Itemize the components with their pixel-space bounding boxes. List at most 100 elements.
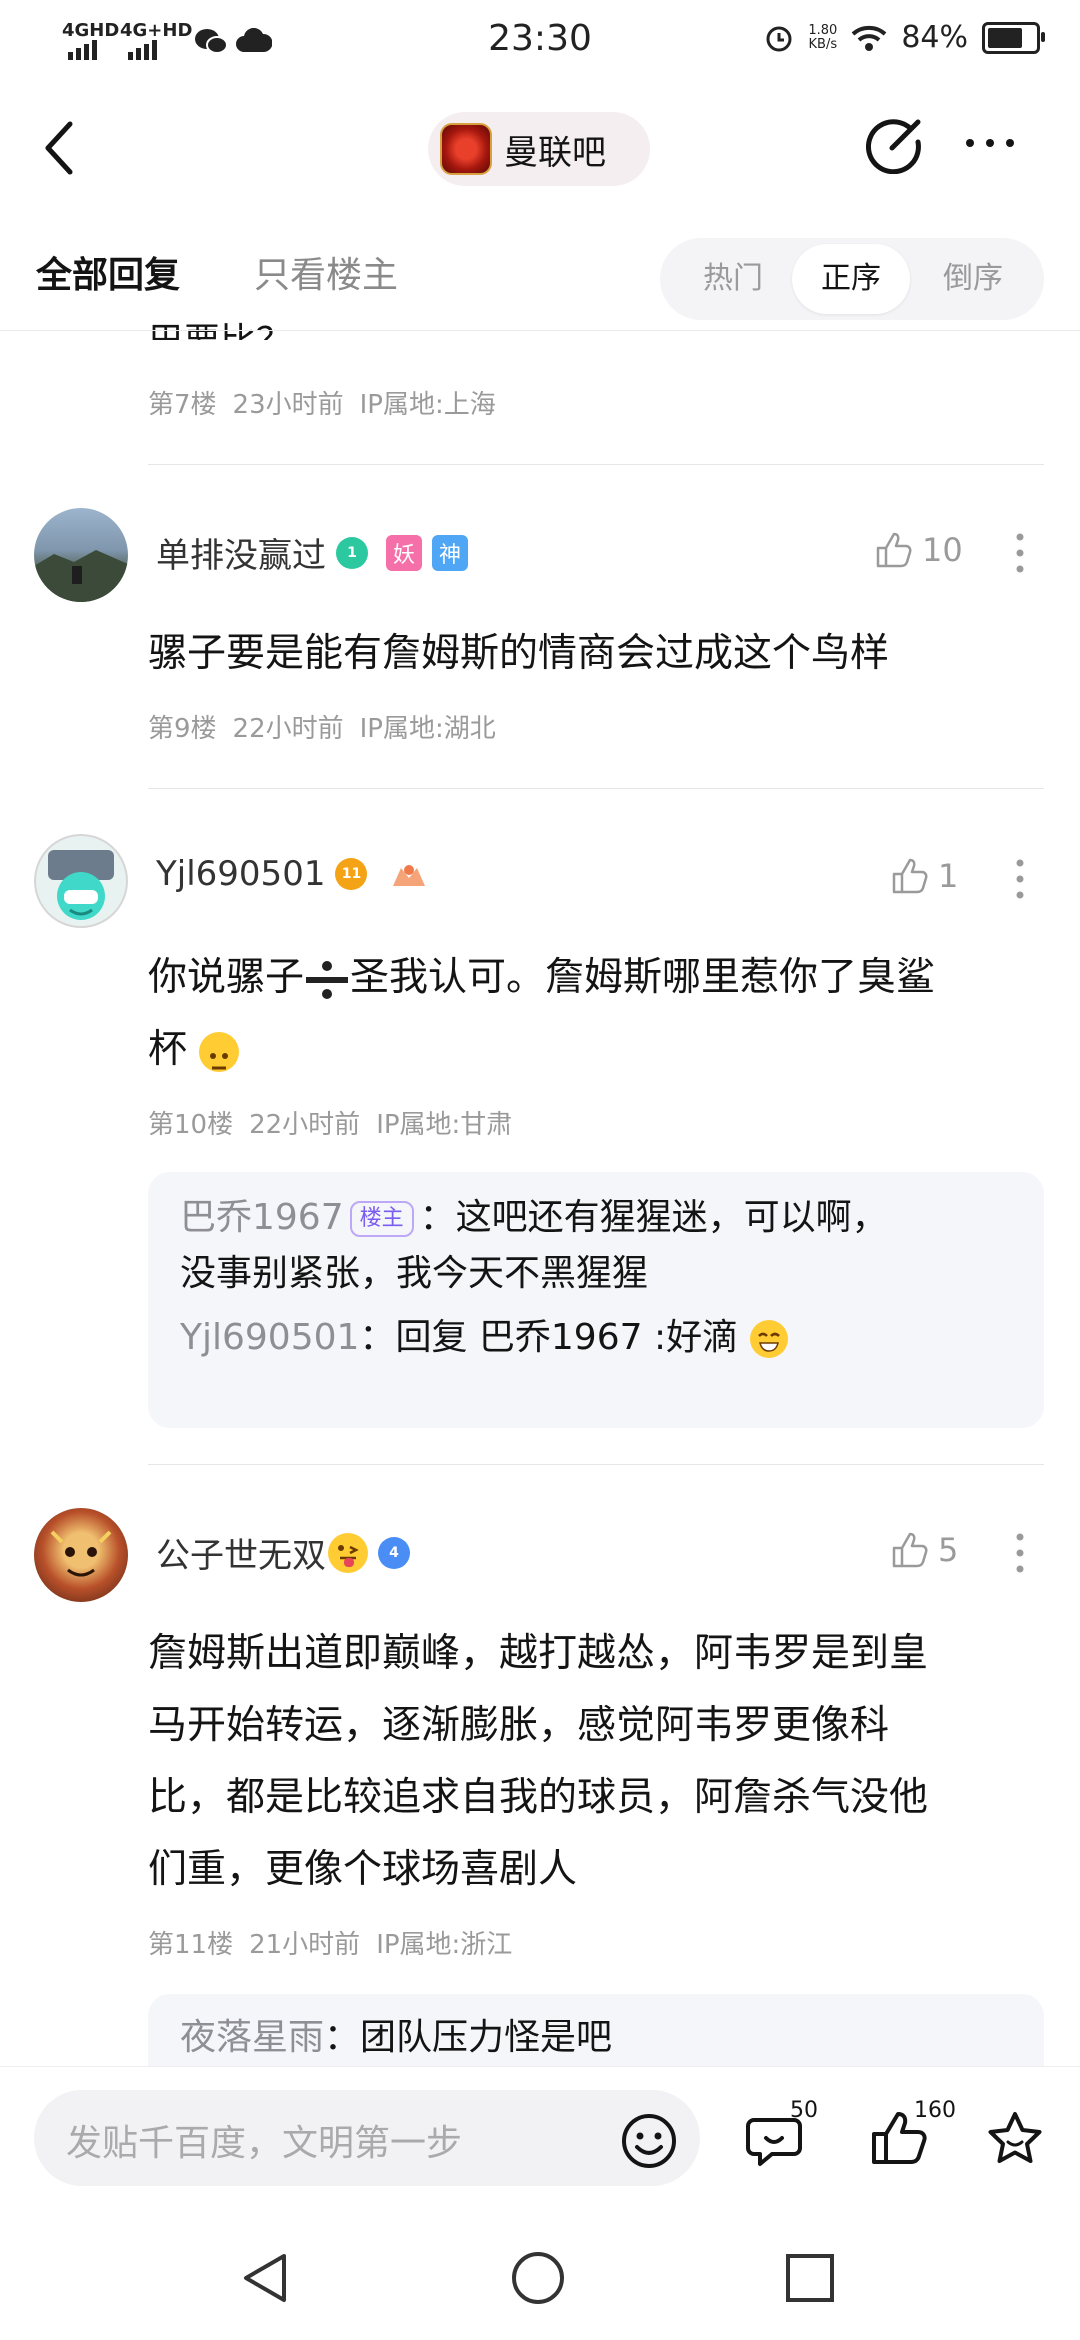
sort-toggle: 热门 正序 倒序 [660, 238, 1044, 320]
speed-unit: KB/s [808, 36, 838, 52]
username-row: 公子世无双 4 [156, 1528, 410, 1577]
avatar-image [34, 550, 128, 602]
more-vertical-icon[interactable] [1016, 858, 1024, 900]
post-meta: 第11楼 21小时前 IP属地:浙江 [148, 1924, 528, 1961]
reply-sep: ： [324, 2017, 361, 2058]
sort-descending[interactable]: 倒序 [914, 238, 1032, 320]
like-button[interactable]: 5 [890, 1530, 958, 1570]
nav-recents-icon[interactable] [784, 2252, 836, 2304]
thinking-emoji-icon [199, 1031, 240, 1072]
reply-author[interactable]: 巴乔1967 [180, 1197, 344, 1238]
level-badge: 1 [336, 536, 368, 569]
divider [148, 464, 1044, 465]
speed-value: 1.80 [808, 22, 838, 38]
post-time: 22小时前 [232, 714, 344, 744]
avatar[interactable] [34, 508, 128, 602]
tag-badge: 神 [432, 534, 468, 571]
network-speed: 1.80 KB/s [808, 22, 838, 52]
avatar[interactable] [34, 1508, 128, 1602]
reply-text: 团队压力怪是吧 [360, 2017, 613, 2058]
nav-back-icon[interactable] [240, 2250, 290, 2306]
forum-logo [440, 123, 492, 175]
reply-sep: ： [419, 1197, 456, 1238]
floor-number: 第10楼 [148, 1110, 234, 1140]
post-content-line: 比，都是比较追求自我的球员，阿詹杀气没他 [148, 1775, 929, 1820]
emoji-icon[interactable] [620, 2112, 678, 2170]
status-right: 1.80 KB/s 84% [764, 20, 1045, 55]
partial-post-text: 巴要比？ [148, 312, 292, 340]
ip-location: IP属地:甘肃 [376, 1110, 513, 1140]
divider [148, 788, 1044, 789]
post-content-line: 们重，更像个球场喜剧人 [148, 1847, 578, 1892]
tab-only-op[interactable]: 只看楼主 [254, 246, 398, 298]
battery-icon [982, 21, 1045, 54]
floor-number: 第7楼 [148, 390, 217, 420]
avatar[interactable] [34, 834, 128, 928]
system-nav-bar [0, 2212, 1080, 2340]
divide-sign-icon [306, 960, 349, 999]
alarm-icon [766, 26, 792, 51]
status-bar: 4GHD 4G+HD 23:30 1.80 KB/s 84% [0, 0, 1080, 86]
reply-input-placeholder: 发贴千百度，文明第一步 [66, 2123, 463, 2164]
reply-text-cont: 没事别紧张，我今天不黑猩猩 [180, 1253, 649, 1294]
avatar-image [48, 850, 114, 920]
post-content-line: 詹姆斯出道即巅峰，越打越怂，阿韦罗是到皇 [148, 1631, 929, 1676]
reply-author[interactable]: Yjl690501 [180, 1317, 359, 1358]
post-content: 你说骡子 圣我认可。詹姆斯哪里惹你了臭鲨 杯 [148, 942, 1044, 1086]
forum-name: 曼联吧 [504, 132, 606, 173]
tag-badge: 妖 [386, 534, 422, 571]
tab-all-replies[interactable]: 全部回复 [36, 246, 180, 298]
post-content: 詹姆斯出道即巅峰，越打越怂，阿韦罗是到皇 马开始转运，逐渐膨胀，感觉阿韦罗更像科… [148, 1618, 1044, 1906]
comment-count: 50 [790, 2098, 818, 2123]
ip-location: IP属地:浙江 [376, 1930, 513, 1960]
post-meta: 第10楼 22小时前 IP属地:甘肃 [148, 1104, 528, 1141]
battery-percent: 84% [901, 20, 968, 55]
more-vertical-icon[interactable] [1016, 532, 1024, 574]
post-content-part: 你说骡子 [148, 955, 305, 1000]
tabs-divider [0, 330, 1080, 331]
forum-pill[interactable]: 曼联吧 [428, 112, 650, 186]
floor-number: 第9楼 [148, 714, 217, 744]
more-vertical-icon[interactable] [1016, 1532, 1024, 1574]
sort-hot[interactable]: 热门 [674, 238, 792, 320]
post-content-part: 杯 [148, 1027, 188, 1072]
like-count: 5 [938, 1531, 959, 1569]
like-button[interactable]: 10 [874, 530, 963, 570]
post-meta: 第7楼 23小时前 IP属地:上海 [148, 384, 512, 421]
sub-reply-box[interactable]: 巴乔1967 楼主 ：这吧还有猩猩迷，可以啊， 没事别紧张，我今天不黑猩猩 Yjl6… [148, 1172, 1044, 1428]
share-edit-icon[interactable] [866, 114, 926, 174]
wifi-icon [851, 25, 887, 51]
sort-ascending[interactable]: 正序 [792, 244, 910, 314]
username[interactable]: Yjl690501 [156, 854, 325, 894]
avatar-image [50, 1530, 112, 1577]
reply-author[interactable]: 夜落星雨 [180, 2017, 324, 2058]
username[interactable]: 单排没赢过 [156, 528, 326, 577]
floor-number: 第11楼 [148, 1930, 234, 1960]
nav-home-icon[interactable] [510, 2250, 566, 2306]
ip-location: IP属地:湖北 [359, 714, 496, 744]
like-count: 10 [922, 531, 963, 569]
star-icon[interactable] [984, 2108, 1046, 2170]
like-total-count: 160 [914, 2098, 956, 2123]
level-badge: 11 [335, 858, 368, 890]
level-badge: 4 [378, 1536, 410, 1569]
username[interactable]: 公子世无双 [156, 1528, 326, 1577]
post-time: 22小时前 [249, 1110, 361, 1140]
like-button[interactable]: 1 [890, 856, 958, 896]
post-time: 23小时前 [232, 390, 344, 420]
sub-reply: 巴乔1967 楼主 ：这吧还有猩猩迷，可以啊， [180, 1190, 1012, 1246]
thumbs-up-icon [892, 1532, 928, 1568]
divider [148, 1464, 1044, 1465]
post-content: 骡子要是能有詹姆斯的情商会过成这个鸟样 [148, 631, 890, 676]
username-row: Yjl690501 11 [156, 854, 431, 894]
post-content-line: 马开始转运，逐渐膨胀，感觉阿韦罗更像科 [148, 1703, 890, 1748]
chevron-left-icon[interactable] [40, 118, 80, 178]
post-content-part: 圣我认可。詹姆斯哪里惹你了臭鲨 [350, 955, 936, 1000]
more-dots-icon[interactable] [960, 128, 1020, 158]
reply-text: 这吧还有猩猩迷，可以啊， [455, 1197, 888, 1238]
thumbs-up-icon [892, 858, 928, 894]
medal-icon [393, 865, 426, 886]
sub-reply: 夜落星雨：团队压力怪是吧 [180, 2010, 1012, 2066]
thumbs-up-icon [876, 532, 912, 568]
post-meta: 第9楼 22小时前 IP属地:湖北 [148, 708, 512, 745]
